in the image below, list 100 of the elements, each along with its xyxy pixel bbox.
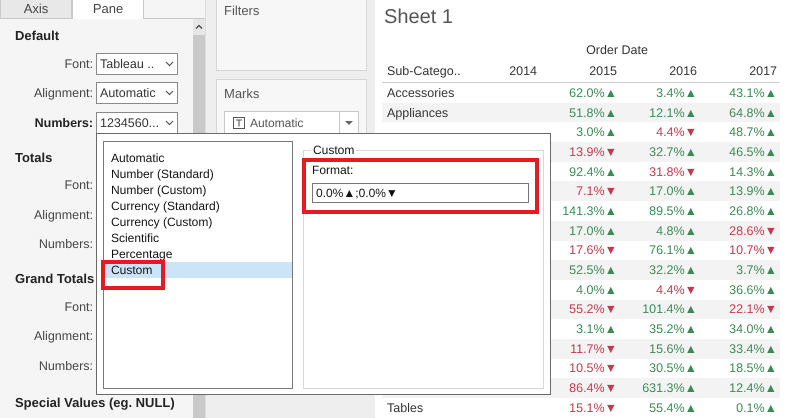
table-cell: 43.1%▲ <box>729 86 777 100</box>
table-cell: 4.0%▲ <box>576 282 617 297</box>
table-cell: 12.1%▲ <box>649 106 697 120</box>
table-cell: 76.1%▲ <box>649 243 697 258</box>
table-cell: 34.0%▲ <box>729 322 777 336</box>
table-cell: 0.1%▲ <box>736 400 777 415</box>
format-option[interactable]: Custom <box>104 262 292 278</box>
table-cell: 3.7%▲ <box>736 263 777 278</box>
table-cell: 101.4%▲ <box>642 302 697 316</box>
section-title: Default <box>15 28 60 43</box>
section-title: Totals <box>15 150 52 164</box>
table-cell: 17.0%▲ <box>569 224 617 238</box>
table-cell: 30.5%▲ <box>649 361 697 376</box>
table-cell: 13.9%▲ <box>729 184 777 198</box>
table-cell: 4.8%▲ <box>656 224 697 238</box>
table-cell: 4.4%▼ <box>656 282 697 297</box>
table-cell: 3.0%▲ <box>576 125 617 140</box>
table-cell: 36.6%▲ <box>729 282 777 297</box>
section-title: Grand Totals <box>15 271 94 286</box>
table-cell: 35.2%▲ <box>649 322 697 336</box>
table-cell: 22.1%▼ <box>729 302 777 316</box>
table-cell: 33.4%▲ <box>729 342 777 356</box>
format-option[interactable]: Currency (Custom) <box>104 214 292 230</box>
table-cell: 631.3%▲ <box>642 381 697 396</box>
chevron-down-icon <box>165 90 174 96</box>
table-cell: 64.8%▲ <box>729 106 777 120</box>
field-label: Font: <box>64 300 94 314</box>
chevron-down-icon <box>165 120 174 126</box>
table-cell: 18.5%▲ <box>729 361 777 376</box>
table-cell: 48.7%▲ <box>729 125 777 140</box>
table-cell: 13.9%▼ <box>569 144 617 159</box>
row-header: Tables <box>387 400 424 415</box>
text-mark-icon <box>233 117 245 129</box>
column-header: 2014 <box>509 64 537 78</box>
group-title: Custom <box>311 143 356 157</box>
mark-type-dropdown[interactable]: Automatic <box>224 111 359 135</box>
table-cell: 86.4%▼ <box>569 381 617 396</box>
table-cell: 55.4%▲ <box>649 400 697 415</box>
table-cell: 31.8%▼ <box>649 164 697 179</box>
tab[interactable]: Axis <box>0 0 72 18</box>
format-option[interactable]: Percentage <box>104 246 292 262</box>
table-cell: 52.5%▲ <box>569 263 617 278</box>
field-label: Alignment: <box>32 208 94 222</box>
table-cell: 28.6%▼ <box>729 224 777 238</box>
row-header: Accessories <box>387 86 454 100</box>
field-label: Numbers: <box>38 358 94 373</box>
card-title: Marks <box>224 85 260 101</box>
table-cell: 32.7%▲ <box>649 144 697 159</box>
card-title: Filters <box>224 2 260 18</box>
sheet-title: Sheet 1 <box>384 6 453 29</box>
table-cell: 26.8%▲ <box>729 204 777 218</box>
table-cell: 4.4%▼ <box>656 125 697 140</box>
format-option[interactable]: Scientific <box>104 230 292 246</box>
scroll-up-icon[interactable] <box>195 24 203 28</box>
field-label: Alignment: <box>32 329 94 344</box>
column-header: 2017 <box>749 64 777 78</box>
table-cell: 17.0%▲ <box>649 184 697 198</box>
chevron-down-icon <box>165 60 174 67</box>
table-cell: 11.7%▼ <box>570 342 617 356</box>
table-cell: 89.5%▲ <box>649 204 697 218</box>
format-field[interactable]: 0.0%▲;0.0%▼ <box>312 183 529 203</box>
format-option[interactable]: Currency (Standard) <box>104 198 292 214</box>
table-cell: 141.3%▲ <box>562 204 617 218</box>
caret-icon <box>345 121 353 125</box>
section-title: Special Values (eg. NULL) <box>15 394 175 410</box>
column-group-header: Order Date <box>586 43 648 57</box>
table-cell: 10.5%▼ <box>569 361 617 376</box>
table-cell: 46.5%▲ <box>729 144 777 159</box>
table-cell: 3.4%▲ <box>656 86 697 100</box>
field-label: Numbers: <box>38 237 94 252</box>
table-cell: 32.2%▲ <box>649 263 697 278</box>
tab[interactable]: Pane <box>72 0 144 19</box>
field-label: Numbers: <box>34 116 94 130</box>
table-cell: 17.6%▼ <box>569 243 617 258</box>
row-header: Appliances <box>387 106 448 120</box>
column-header: 2015 <box>589 64 617 78</box>
column-header: 2016 <box>669 64 697 78</box>
table-cell: 7.1%▼ <box>576 184 617 198</box>
table-cell: 15.6%▲ <box>649 342 697 356</box>
table-cell: 3.1%▲ <box>576 322 617 336</box>
table-cell: 55.2%▼ <box>569 302 617 316</box>
table-cell: 14.3%▲ <box>729 164 777 179</box>
table-cell: 51.8%▲ <box>569 106 617 120</box>
table-cell: 12.4%▲ <box>729 381 777 396</box>
dropdown[interactable]: Tableau .. <box>96 52 178 75</box>
format-option[interactable]: Number (Custom) <box>104 182 292 198</box>
column-header: Sub-Catego.. <box>387 64 461 78</box>
table-cell: 92.4%▲ <box>569 164 617 179</box>
field-label: Font: <box>64 178 94 192</box>
format-label: Format: <box>312 163 354 177</box>
table-cell: 62.0%▲ <box>569 86 617 100</box>
format-option[interactable]: Automatic <box>104 150 292 166</box>
dropdown[interactable]: Automatic <box>96 82 178 104</box>
highlight-frame <box>101 260 165 290</box>
table-cell: 15.1%▼ <box>569 400 617 415</box>
format-option[interactable]: Number (Standard) <box>104 166 292 182</box>
table-cell: 10.7%▼ <box>729 243 777 258</box>
field-label: Font: <box>64 56 94 71</box>
dropdown[interactable]: 1234560... <box>96 112 178 134</box>
field-label: Alignment: <box>32 86 94 100</box>
